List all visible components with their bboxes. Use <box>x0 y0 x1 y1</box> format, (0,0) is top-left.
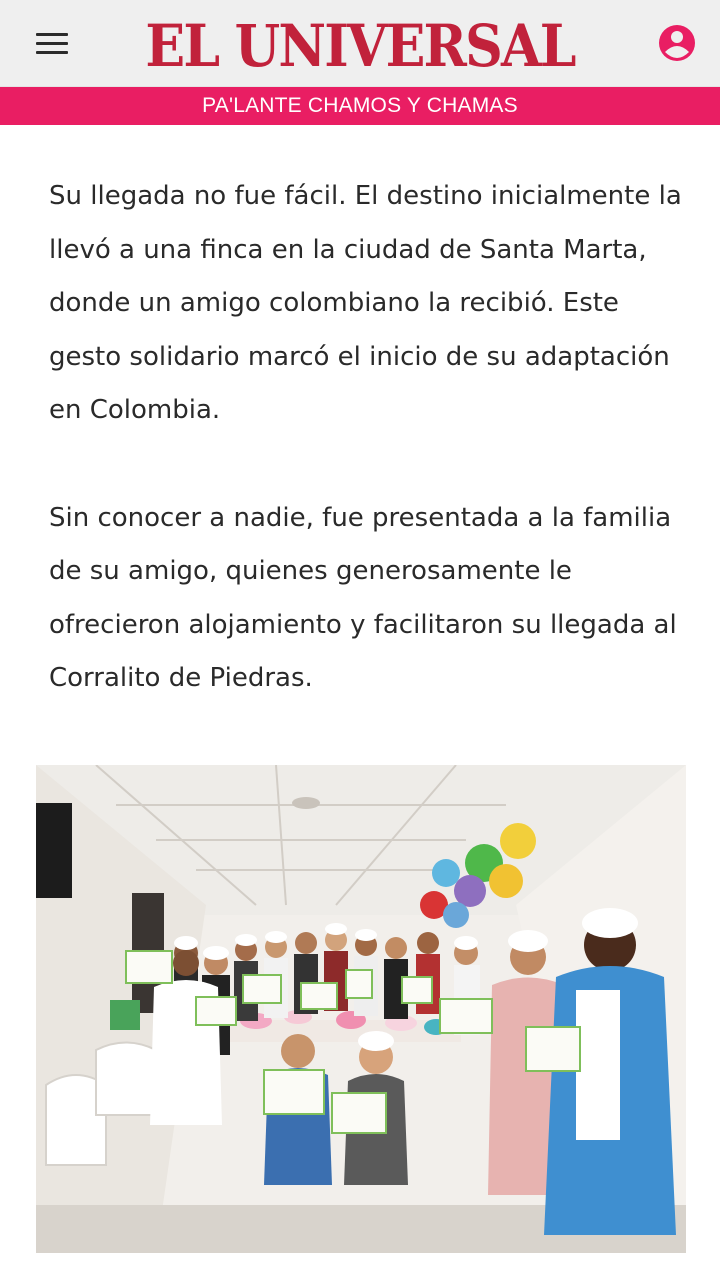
site-header: EL UNIVERSAL <box>0 0 720 87</box>
article-photo <box>36 765 686 1253</box>
section-banner[interactable]: PA'LANTE CHAMOS Y CHAMAS <box>0 87 720 125</box>
site-logo[interactable]: EL UNIVERSAL <box>144 14 576 78</box>
hamburger-menu-icon[interactable] <box>30 28 74 60</box>
account-circle-icon[interactable] <box>654 20 700 66</box>
article-paragraph: Sin conocer a nadie, fue presentada a la… <box>49 502 677 694</box>
article-paragraph: Su llegada no fue fácil. El destino inic… <box>49 181 682 425</box>
article-body: Su llegada no fue fácil. El destino inic… <box>49 170 689 706</box>
